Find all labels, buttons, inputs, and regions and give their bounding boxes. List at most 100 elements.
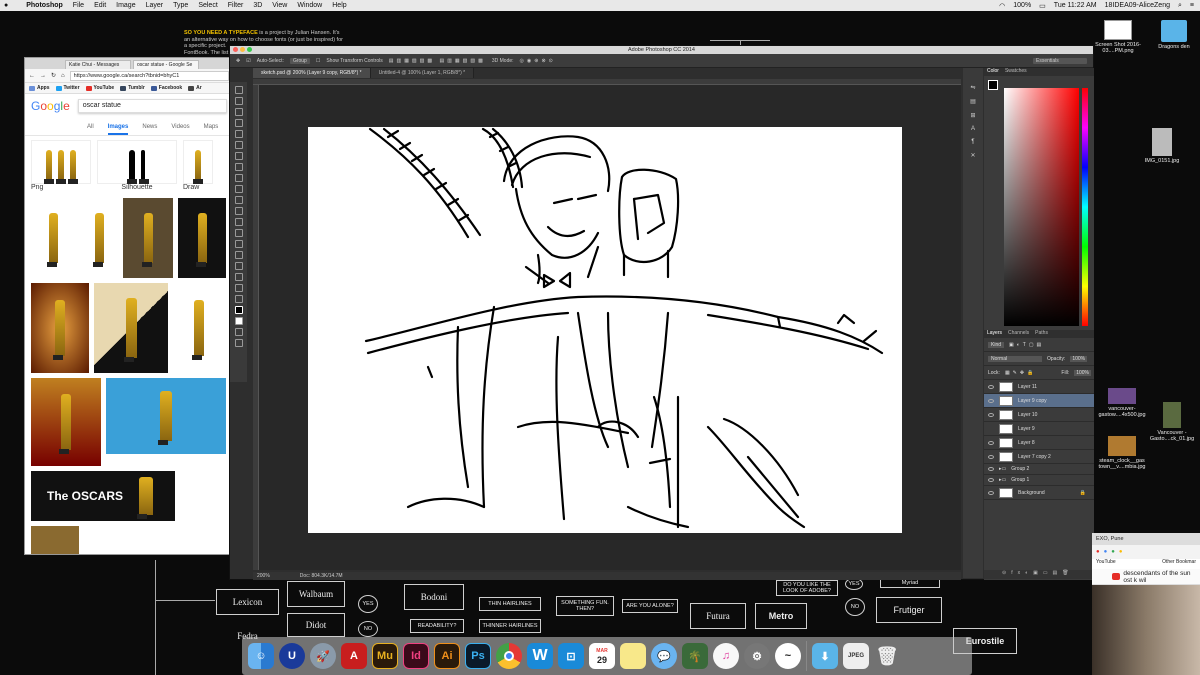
youtube-video-frame[interactable]: [1092, 585, 1200, 675]
back-icon[interactable]: ←: [29, 73, 35, 79]
zoom-icon[interactable]: [247, 47, 252, 52]
chrome-tab-messages[interactable]: Katie Chui - Messages: [65, 60, 131, 69]
tab-news[interactable]: News: [142, 124, 157, 130]
google-search-input[interactable]: oscar statue: [77, 99, 227, 113]
launchpad-icon[interactable]: 🚀: [310, 643, 336, 669]
transform-checkbox[interactable]: ☐: [316, 58, 320, 64]
eye-icon[interactable]: [988, 384, 994, 389]
hand-icon[interactable]: [234, 284, 243, 292]
notes-icon[interactable]: [620, 643, 646, 669]
acrobat-icon[interactable]: A: [341, 643, 367, 669]
bookmark-ar[interactable]: Ar: [188, 85, 202, 91]
image-result[interactable]: [123, 198, 173, 278]
reload-icon[interactable]: ↻: [51, 72, 56, 79]
notifications-icon[interactable]: ≡: [1190, 2, 1194, 9]
quick-mask-icon[interactable]: [234, 328, 243, 336]
eyedropper-icon[interactable]: [234, 141, 243, 149]
google-logo[interactable]: Google: [31, 99, 70, 113]
pen-icon[interactable]: [234, 240, 243, 248]
layer-row[interactable]: Layer 9: [984, 422, 1094, 436]
eye-icon[interactable]: [988, 490, 994, 495]
blur-icon[interactable]: [234, 218, 243, 226]
bookmark-tumblr[interactable]: Tumblr: [120, 85, 145, 91]
workspace-dropdown[interactable]: Essentials: [1033, 57, 1087, 64]
properties-icon[interactable]: ▤: [970, 98, 976, 105]
minimize-icon[interactable]: [240, 47, 245, 52]
apple-icon[interactable]: ●: [4, 2, 8, 9]
sketch-artboard[interactable]: [308, 127, 902, 533]
crop-icon[interactable]: [234, 130, 243, 138]
layer-row[interactable]: Layer 7 copy 2: [984, 450, 1094, 464]
system-preferences-icon[interactable]: ⚙: [744, 643, 770, 669]
bookmark-facebook[interactable]: Facebook: [150, 85, 182, 91]
paragraph-icon[interactable]: ¶: [971, 139, 974, 145]
path-select-icon[interactable]: [234, 262, 243, 270]
lasso-icon[interactable]: [234, 108, 243, 116]
type-icon[interactable]: [234, 251, 243, 259]
image-result[interactable]: [31, 198, 75, 278]
desktop-icon-screenshot[interactable]: Screen Shot 2016-03....PM.png: [1090, 20, 1146, 54]
capture-icon[interactable]: ⊡: [558, 643, 584, 669]
desktop-icon-img0151[interactable]: IMG_0151.jpg: [1134, 128, 1190, 164]
opacity-field[interactable]: 100%: [1070, 355, 1088, 362]
layer-row-selected[interactable]: Layer 9 copy: [984, 394, 1094, 408]
menu-3d[interactable]: 3D: [253, 2, 262, 9]
eye-icon[interactable]: [988, 398, 994, 403]
eye-icon[interactable]: [988, 478, 994, 482]
doc-tab-sketch[interactable]: sketch.psd @ 200% (Layer 9 copy, RGB/8*)…: [253, 68, 371, 78]
forward-icon[interactable]: →: [40, 73, 46, 79]
address-bar[interactable]: https://www.google.ca/search?tbnid=bhyC1: [69, 70, 229, 81]
doc-tab-untitled[interactable]: Untitled-4 @ 100% (Layer 1, RGB/8*) *: [370, 68, 475, 78]
uplay-icon[interactable]: U: [279, 643, 305, 669]
group-row[interactable]: ▸▭ Group 2: [984, 464, 1094, 475]
eye-icon[interactable]: [988, 467, 994, 471]
image-result[interactable]: [31, 526, 79, 554]
layer-row[interactable]: Layer 11: [984, 380, 1094, 394]
menu-layer[interactable]: Layer: [146, 2, 164, 9]
eye-icon[interactable]: [988, 440, 994, 445]
youtube-search-input[interactable]: descendants of the sun ost k wil: [1123, 570, 1200, 584]
menu-edit[interactable]: Edit: [94, 2, 106, 9]
align-icons[interactable]: ▤▥▦▧▨▩ ▤▥▦▧▨▩: [389, 58, 486, 64]
layer-row[interactable]: Layer 10: [984, 408, 1094, 422]
adjustments-icon[interactable]: ⊞: [970, 112, 975, 119]
layer-kind-dropdown[interactable]: Kind: [988, 341, 1005, 348]
menu-file[interactable]: File: [73, 2, 84, 9]
tab-color[interactable]: Color: [987, 68, 999, 76]
tab-maps[interactable]: Maps: [204, 124, 219, 130]
image-result[interactable]: [178, 198, 226, 278]
menu-view[interactable]: View: [272, 2, 287, 9]
image-result-oscars[interactable]: The OSCARS: [31, 471, 175, 521]
downloads-folder-icon[interactable]: ⬇: [812, 643, 838, 669]
indesign-icon[interactable]: Id: [403, 643, 429, 669]
menu-filter[interactable]: Filter: [228, 2, 244, 9]
tab-channels[interactable]: Channels: [1008, 330, 1029, 338]
youtube-logo-icon[interactable]: [1112, 573, 1121, 580]
blend-mode-dropdown[interactable]: Normal: [988, 355, 1042, 362]
mode-3d-icons[interactable]: ◎◉⊕⊗⊙: [520, 58, 556, 64]
close-icon[interactable]: [233, 47, 238, 52]
photoshop-icon[interactable]: Ps: [465, 643, 491, 669]
foreground-swatch[interactable]: [988, 80, 998, 90]
illustrator-icon[interactable]: Ai: [434, 643, 460, 669]
tab-swatches[interactable]: Swatches: [1005, 68, 1027, 76]
menu-select[interactable]: Select: [198, 2, 217, 9]
layer-actions[interactable]: ⊝fx◐▣▭▤🗑: [984, 570, 1094, 579]
related-draw[interactable]: Draw: [183, 140, 213, 192]
wifi-icon[interactable]: ◠: [999, 2, 1005, 10]
chrome-tab-google[interactable]: oscar statue - Google Se: [133, 60, 199, 69]
move-icon[interactable]: [234, 86, 243, 94]
marquee-icon[interactable]: [234, 97, 243, 105]
image-result[interactable]: [173, 283, 225, 373]
brush-icon[interactable]: [234, 163, 243, 171]
image-result[interactable]: [80, 198, 118, 278]
eye-icon[interactable]: [988, 454, 994, 459]
youtube-tab[interactable]: EXO, Pune: [1092, 533, 1200, 545]
background-color-icon[interactable]: [234, 317, 243, 325]
history-brush-icon[interactable]: [234, 185, 243, 193]
finder-icon[interactable]: ☺: [248, 643, 274, 669]
auto-select-checkbox[interactable]: ☑: [246, 58, 250, 64]
word-icon[interactable]: W: [527, 643, 553, 669]
bookmark-twitter[interactable]: Twitter: [55, 85, 80, 91]
bookmark-apps[interactable]: Apps: [29, 85, 50, 91]
